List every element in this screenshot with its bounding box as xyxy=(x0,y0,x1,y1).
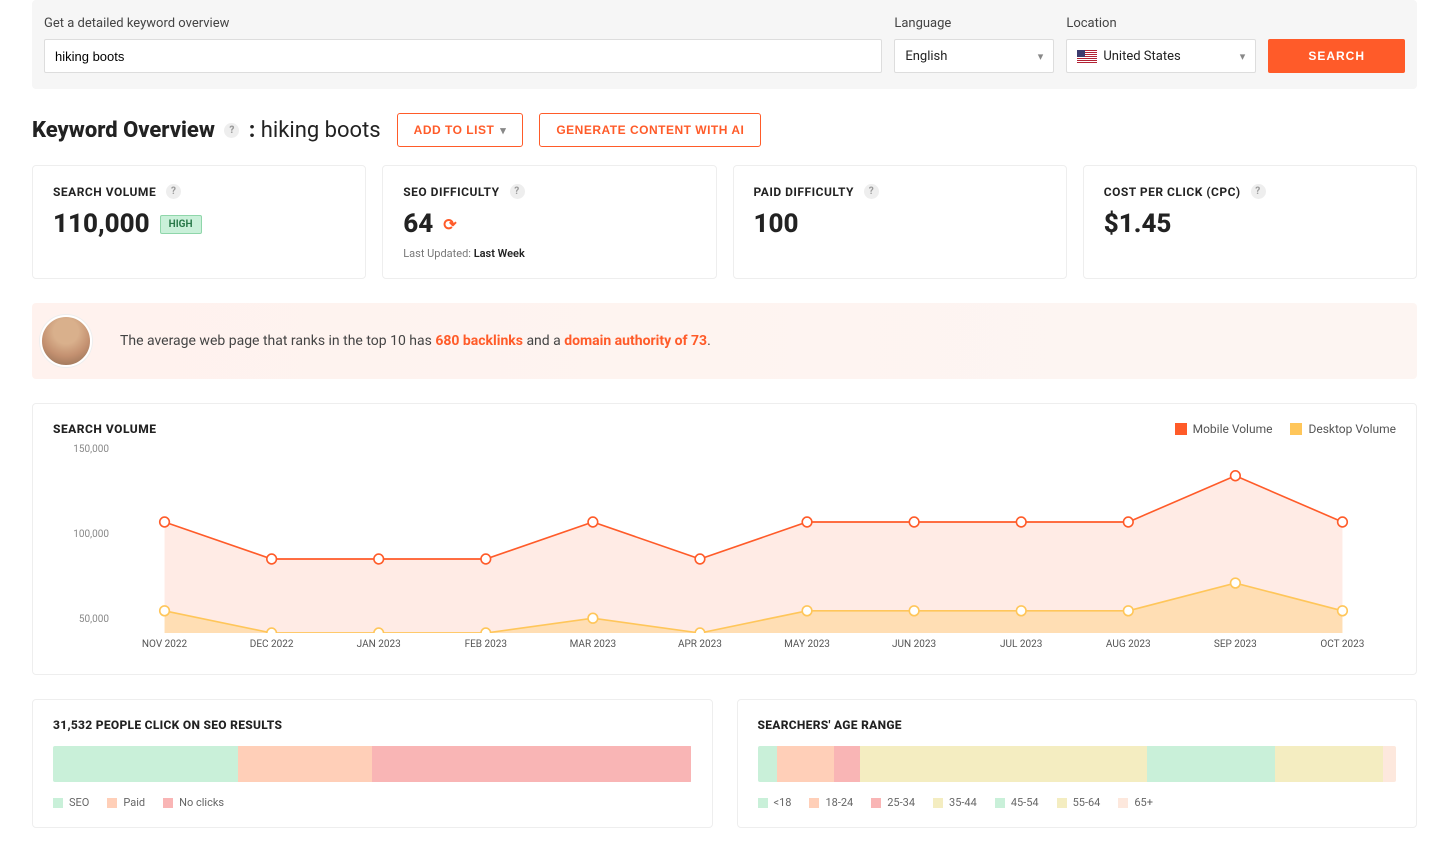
keyword-name: hiking boots xyxy=(261,118,381,143)
legend-item: <18 xyxy=(758,796,792,809)
chart-area xyxy=(111,448,1396,633)
search-volume-card: SEARCH VOLUME? 110,000 HIGH xyxy=(32,165,366,279)
bar-segment xyxy=(372,746,691,782)
age-range-card: SEARCHERS' AGE RANGE <18 18-24 25-34 35-44 4… xyxy=(737,699,1418,828)
help-icon[interactable]: ? xyxy=(510,184,525,199)
seo-clicks-card: 31,532 PEOPLE CLICK ON SEO RESULTS SEO Pa… xyxy=(32,699,713,828)
seo-updated-note: Last Updated: Last Week xyxy=(403,247,695,260)
seo-difficulty-value: 64 xyxy=(403,209,433,239)
search-bar: Get a detailed keyword overview Language… xyxy=(32,0,1417,89)
volume-badge: HIGH xyxy=(160,215,202,234)
location-label: Location xyxy=(1066,16,1256,31)
seo-difficulty-card: SEO DIFFICULTY? 64 ⟳ Last Updated: Last … xyxy=(382,165,716,279)
help-icon[interactable]: ? xyxy=(864,184,879,199)
search-volume-chart-card: SEARCH VOLUME Mobile Volume Desktop Volu… xyxy=(32,403,1417,675)
insight-text: The average web page that ranks in the t… xyxy=(120,333,711,349)
location-value: United States xyxy=(1103,49,1180,64)
age-range-title: SEARCHERS' AGE RANGE xyxy=(758,718,1397,732)
us-flag-icon xyxy=(1077,50,1097,63)
chevron-down-icon: ▾ xyxy=(1240,50,1246,63)
bar-segment xyxy=(53,746,238,782)
page-title: Keyword Overview ? : hiking boots xyxy=(32,118,381,143)
chart-title: SEARCH VOLUME xyxy=(53,422,156,436)
bar-segment xyxy=(860,746,1147,782)
legend-item: Paid xyxy=(107,796,145,809)
legend-desktop: Desktop Volume xyxy=(1290,422,1396,436)
insight-banner: The average web page that ranks in the t… xyxy=(32,303,1417,379)
help-icon[interactable]: ? xyxy=(224,123,239,138)
language-select[interactable]: English ▾ xyxy=(894,39,1054,73)
paid-difficulty-value: 100 xyxy=(754,209,799,239)
seo-clicks-bar xyxy=(53,746,692,782)
y-axis-labels: 150,000 100,000 50,000 xyxy=(57,448,109,618)
legend-item: 65+ xyxy=(1118,796,1153,809)
legend-item: SEO xyxy=(53,796,89,809)
language-value: English xyxy=(905,49,947,64)
legend-item: 45-54 xyxy=(995,796,1039,809)
bar-segment xyxy=(1275,746,1384,782)
metric-cards: SEARCH VOLUME? 110,000 HIGH SEO DIFFICUL… xyxy=(32,165,1417,279)
help-icon[interactable]: ? xyxy=(1251,184,1266,199)
legend-item: 55-64 xyxy=(1057,796,1101,809)
search-volume-value: 110,000 xyxy=(53,209,150,239)
chevron-down-icon: ▾ xyxy=(500,124,506,137)
cpc-value: $1.45 xyxy=(1104,209,1172,239)
page-header: Keyword Overview ? : hiking boots ADD TO… xyxy=(32,113,1417,147)
paid-difficulty-card: PAID DIFFICULTY? 100 xyxy=(733,165,1067,279)
legend-item: No clicks xyxy=(163,796,224,809)
bar-segment xyxy=(1147,746,1275,782)
bar-segment xyxy=(1383,746,1396,782)
seo-clicks-legend: SEO Paid No clicks xyxy=(53,796,692,809)
bar-segment xyxy=(238,746,372,782)
legend-item: 35-44 xyxy=(933,796,977,809)
cpc-card: COST PER CLICK (CPC)? $1.45 xyxy=(1083,165,1417,279)
chevron-down-icon: ▾ xyxy=(1038,50,1044,63)
bar-segment xyxy=(758,746,777,782)
age-range-bar xyxy=(758,746,1397,782)
legend-item: 25-34 xyxy=(871,796,915,809)
chart-legend: Mobile Volume Desktop Volume xyxy=(1175,422,1396,436)
legend-item: 18-24 xyxy=(809,796,853,809)
legend-mobile: Mobile Volume xyxy=(1175,422,1273,436)
avatar xyxy=(40,315,92,367)
search-button[interactable]: SEARCH xyxy=(1268,39,1405,73)
age-range-legend: <18 18-24 25-34 35-44 45-54 55-64 65+ xyxy=(758,796,1397,809)
keyword-input[interactable] xyxy=(44,39,882,73)
location-select[interactable]: United States ▾ xyxy=(1066,39,1256,73)
add-to-list-button[interactable]: ADD TO LIST ▾ xyxy=(397,113,524,147)
help-icon[interactable]: ? xyxy=(166,184,181,199)
bar-segment xyxy=(834,746,860,782)
keyword-label: Get a detailed keyword overview xyxy=(44,16,882,31)
generate-content-ai-button[interactable]: GENERATE CONTENT WITH AI xyxy=(539,113,761,147)
bar-segment xyxy=(777,746,834,782)
language-label: Language xyxy=(894,16,1054,31)
seo-clicks-title: 31,532 PEOPLE CLICK ON SEO RESULTS xyxy=(53,718,692,732)
refresh-icon[interactable]: ⟳ xyxy=(443,215,456,234)
x-axis-labels: NOV 2022DEC 2022JAN 2023FEB 2023MAR 2023… xyxy=(111,639,1396,650)
